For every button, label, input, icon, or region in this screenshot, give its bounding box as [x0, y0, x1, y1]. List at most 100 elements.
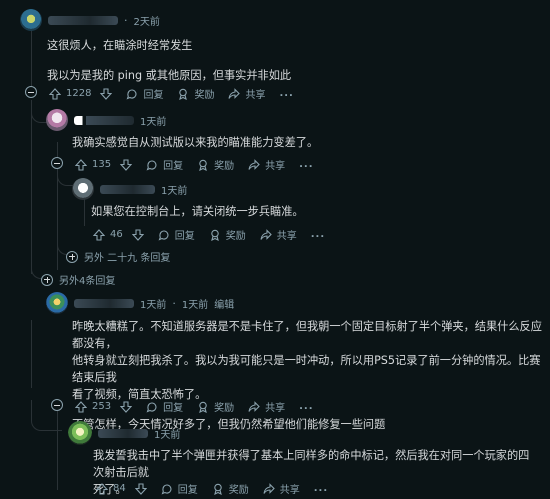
award-button[interactable]: 奖励: [190, 396, 241, 417]
more-options-button[interactable]: ...: [272, 85, 300, 102]
comment-body: 如果您在控制台上，请关闭统一步兵瞄准。: [91, 203, 304, 220]
more-options-button[interactable]: ...: [292, 398, 320, 415]
more-replies-link[interactable]: 另外 二十九 条回复: [66, 249, 170, 264]
downvote-button[interactable]: [113, 156, 139, 174]
comment-meta: 1天前: [46, 109, 166, 131]
vote-count: 135: [92, 159, 112, 170]
award-button[interactable]: 奖励: [190, 154, 241, 175]
award-icon: [213, 483, 222, 495]
award-label: 奖励: [225, 231, 246, 242]
upvote-button[interactable]: 135: [68, 156, 113, 174]
reply-button[interactable]: 回复: [139, 154, 190, 175]
reply-button[interactable]: 回复: [151, 224, 202, 245]
award-label: 奖励: [214, 161, 235, 172]
comment-line: 这很烦人，在瞄涂时经常发生: [47, 39, 193, 52]
avatar[interactable]: [46, 109, 68, 131]
comment-meta: · 2天前: [20, 9, 160, 31]
more-replies-label: 另外4条回复: [59, 276, 116, 287]
share-label: 共享: [245, 90, 266, 101]
share-label: 共享: [265, 403, 286, 414]
edited-label: 编辑: [214, 299, 235, 311]
avatar[interactable]: [68, 421, 92, 445]
avatar[interactable]: [46, 292, 68, 314]
timestamp: 1天前: [140, 299, 167, 311]
share-button[interactable]: 共享: [221, 83, 272, 104]
action-bar: 135 回复 奖励 共享 ...: [68, 154, 321, 175]
timestamp: 1天前: [140, 116, 167, 128]
downvote-button[interactable]: [128, 480, 154, 498]
downvote-icon: [100, 87, 113, 100]
upvote-button[interactable]: 1228: [42, 85, 93, 103]
separator: ·: [124, 13, 128, 27]
reply-label: 回复: [177, 485, 198, 496]
award-button[interactable]: 奖励: [202, 224, 253, 245]
reply-label: 回复: [174, 231, 195, 242]
award-button[interactable]: 奖励: [170, 83, 221, 104]
collapse-icon[interactable]: [51, 157, 63, 169]
reply-icon: [161, 484, 172, 494]
more-options-button[interactable]: ...: [307, 480, 335, 497]
reply-icon: [146, 402, 157, 412]
award-label: 奖励: [194, 90, 215, 101]
action-bar: 46 回复 奖励 共享 ...: [86, 224, 332, 245]
award-label: 奖励: [228, 485, 249, 496]
share-button[interactable]: 共享: [241, 154, 292, 175]
award-icon: [179, 88, 188, 100]
comment-line: 昨晚太糟糕了。不知道服务器是不是卡住了，但我朝一个固定目标射了半个弹夹，结果什么…: [72, 320, 542, 350]
reply-button[interactable]: 回复: [139, 396, 190, 417]
downvote-button[interactable]: [125, 226, 151, 244]
upvote-icon: [93, 228, 105, 241]
action-bar: 253 回复 奖励 共享 ...: [68, 396, 321, 417]
reply-button[interactable]: 回复: [119, 83, 170, 104]
comment-body: 我确实感觉自从测试版以来我的瞄准能力变差了。: [72, 134, 318, 151]
reply-icon: [127, 89, 137, 99]
share-button[interactable]: 共享: [241, 396, 292, 417]
avatar[interactable]: [20, 9, 42, 31]
share-label: 共享: [276, 231, 297, 242]
action-bar: 1228 回复 奖励 共享 ...: [42, 83, 301, 104]
comment-line: 我确实感觉自从测试版以来我的瞄准能力变差了。: [72, 136, 319, 149]
share-label: 共享: [279, 485, 300, 496]
comment-line: 我发誓我击中了半个弹匣并获得了基本上同样多的命中标记，然后我在对同一个玩家的四次…: [93, 449, 530, 479]
comment-body: 这很烦人，在瞄涂时经常发生 我以为是我的 ping 或其他原因，但事实并非如此: [47, 37, 291, 84]
share-icon: [263, 482, 275, 494]
timestamp: 1天前: [154, 429, 181, 441]
expand-icon: [41, 273, 53, 286]
downvote-button[interactable]: [113, 398, 139, 416]
downvote-icon: [120, 158, 133, 171]
reply-icon: [158, 230, 169, 240]
edited-timestamp: 1天前: [181, 299, 209, 311]
upvote-button[interactable]: 84: [89, 480, 128, 498]
downvote-button[interactable]: [93, 85, 119, 103]
comment-meta: 1天前: [72, 178, 187, 200]
username[interactable]: [48, 15, 118, 25]
more-replies-link[interactable]: 另外4条回复: [41, 272, 115, 287]
comment-line: 我以为是我的 ping 或其他原因，但事实并非如此: [47, 69, 292, 82]
username[interactable]: [98, 428, 148, 438]
share-icon: [260, 228, 272, 240]
share-label: 共享: [265, 161, 286, 172]
avatar[interactable]: [72, 178, 94, 200]
more-options-button[interactable]: ...: [304, 226, 332, 243]
upvote-button[interactable]: 46: [86, 226, 125, 244]
comment-meta: 1天前 · 1天前 编辑: [46, 292, 234, 314]
username[interactable]: [74, 298, 134, 308]
downvote-icon: [134, 482, 147, 495]
more-options-button[interactable]: ...: [292, 156, 320, 173]
collapse-icon[interactable]: [51, 399, 63, 411]
award-label: 奖励: [214, 403, 235, 414]
upvote-button[interactable]: 253: [68, 398, 113, 416]
upvote-icon: [75, 158, 87, 171]
username[interactable]: [100, 184, 155, 194]
vote-count: 46: [110, 229, 123, 240]
vote-count: 253: [92, 401, 112, 412]
upvote-icon: [96, 482, 108, 495]
reply-icon: [146, 160, 157, 170]
upvote-icon: [75, 400, 87, 413]
share-icon: [248, 158, 260, 170]
downvote-icon: [131, 228, 144, 241]
share-icon: [248, 400, 260, 412]
collapse-icon[interactable]: [25, 86, 37, 98]
username[interactable]: [74, 115, 134, 125]
share-button[interactable]: 共享: [253, 224, 304, 245]
